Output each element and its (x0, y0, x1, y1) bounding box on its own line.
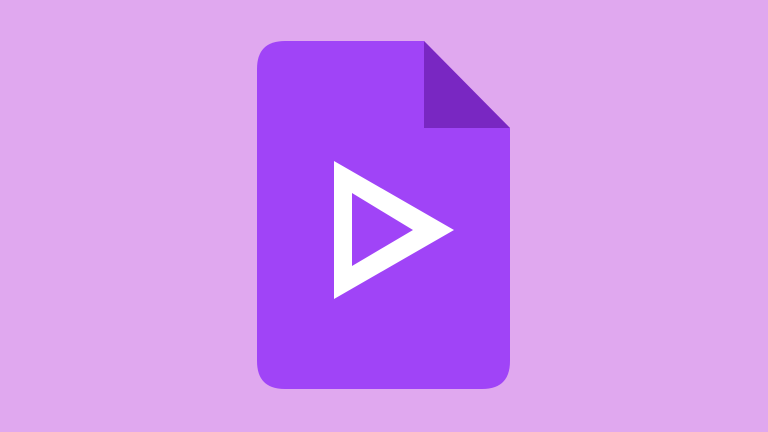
icon-canvas (0, 0, 768, 432)
video-file-icon (0, 0, 768, 432)
